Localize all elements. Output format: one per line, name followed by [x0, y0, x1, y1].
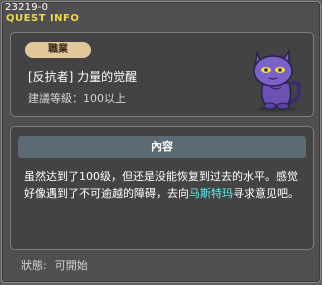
- quest-info-window: 23219-0 QUEST INFO 職業 [反抗者] 力量的觉醒 建議等級：1…: [1, 1, 321, 283]
- content-header: 內容: [18, 136, 306, 158]
- description-text-end: 寻求意见吧。: [233, 187, 299, 200]
- status-value: 可開始: [54, 259, 88, 272]
- job-badge: 職業: [25, 42, 91, 58]
- npc-link[interactable]: 马斯特玛: [189, 187, 233, 200]
- quest-level-requirement: 建議等級：100以上: [28, 92, 126, 105]
- quest-status: 狀態: 可開始: [21, 259, 88, 273]
- quest-description: 虽然达到了100级，但还是没能恢复到过去的水平。感觉好像遇到了不可逾越的障碍，去…: [24, 168, 306, 202]
- quest-content-panel: 內容 虽然达到了100级，但还是没能恢复到过去的水平。感觉好像遇到了不可逾越的障…: [10, 126, 314, 250]
- status-label: 狀態:: [21, 259, 47, 272]
- quest-id: 23219-0: [5, 2, 49, 13]
- window-title: QUEST INFO: [6, 13, 80, 24]
- purple-cat-icon: [243, 43, 307, 113]
- quest-summary-panel: 職業 [反抗者] 力量的觉醒 建議等級：100以上: [10, 32, 314, 117]
- quest-name: [反抗者] 力量的觉醒: [28, 70, 138, 84]
